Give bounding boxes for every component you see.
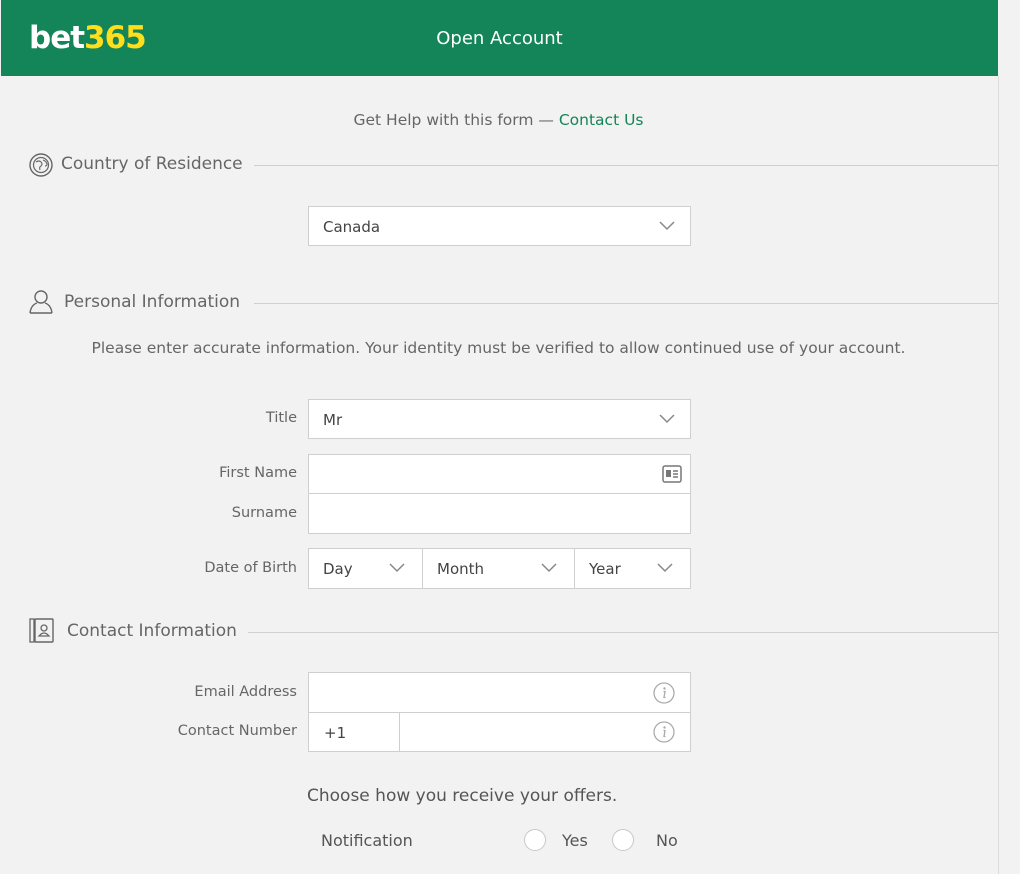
dob-month-select[interactable]: Month <box>422 548 575 589</box>
info-icon[interactable] <box>653 682 675 704</box>
chevron-down-icon <box>541 563 557 573</box>
notification-no-label[interactable]: No <box>656 831 678 850</box>
dob-year-select[interactable]: Year <box>574 548 691 589</box>
country-select[interactable]: Canada <box>308 206 691 246</box>
chevron-down-icon <box>659 414 675 424</box>
title-select-value: Mr <box>323 411 343 429</box>
dob-year-value: Year <box>589 560 621 578</box>
email-label: Email Address <box>194 684 297 700</box>
email-field[interactable] <box>308 672 691 713</box>
first-name-label: First Name <box>219 465 297 481</box>
contact-us-link[interactable]: Contact Us <box>559 111 644 129</box>
chevron-down-icon <box>659 221 675 231</box>
section-title-country: Country of Residence <box>61 154 243 174</box>
dob-day-value: Day <box>323 560 353 578</box>
id-card-icon[interactable] <box>662 465 682 483</box>
notification-no-radio[interactable] <box>612 829 634 851</box>
identity-notice: Please enter accurate information. Your … <box>91 339 906 357</box>
person-icon <box>29 290 53 314</box>
section-divider <box>254 303 998 304</box>
section-header-contact: Contact Information <box>28 617 998 647</box>
section-title-personal: Personal Information <box>64 292 241 312</box>
help-text: Get Help with this form — <box>353 111 559 129</box>
address-book-icon <box>29 618 54 643</box>
phone-number-field[interactable] <box>399 712 691 752</box>
phone-prefix-value: +1 <box>324 724 347 742</box>
section-header-country: Country of Residence <box>28 150 998 180</box>
top-header: bet365 Open Account <box>1 0 998 76</box>
offers-heading: Choose how you receive your offers. <box>307 786 618 806</box>
surname-field[interactable] <box>308 493 691 534</box>
info-icon[interactable] <box>653 721 675 743</box>
first-name-field[interactable] <box>308 454 691 494</box>
surname-label: Surname <box>231 505 297 521</box>
chevron-down-icon <box>389 563 405 573</box>
dob-day-select[interactable]: Day <box>308 548 423 589</box>
title-label: Title <box>265 410 297 426</box>
globe-icon <box>29 153 53 177</box>
section-title-contact: Contact Information <box>67 621 237 641</box>
section-header-personal: Personal Information <box>28 288 998 318</box>
phone-label: Contact Number <box>177 723 297 739</box>
dob-month-value: Month <box>437 560 485 578</box>
country-select-value: Canada <box>323 218 381 236</box>
notification-label: Notification <box>321 831 413 850</box>
dob-label: Date of Birth <box>204 560 297 576</box>
title-select[interactable]: Mr <box>308 399 691 439</box>
chevron-down-icon <box>657 563 673 573</box>
help-line: Get Help with this form — Contact Us <box>0 111 997 129</box>
notification-yes-radio[interactable] <box>524 829 546 851</box>
section-divider <box>254 165 998 166</box>
section-divider <box>248 632 998 633</box>
content-border <box>998 76 999 874</box>
page-title: Open Account <box>436 28 563 49</box>
notification-yes-label[interactable]: Yes <box>562 831 588 850</box>
phone-country-code[interactable]: +1 <box>308 712 400 752</box>
